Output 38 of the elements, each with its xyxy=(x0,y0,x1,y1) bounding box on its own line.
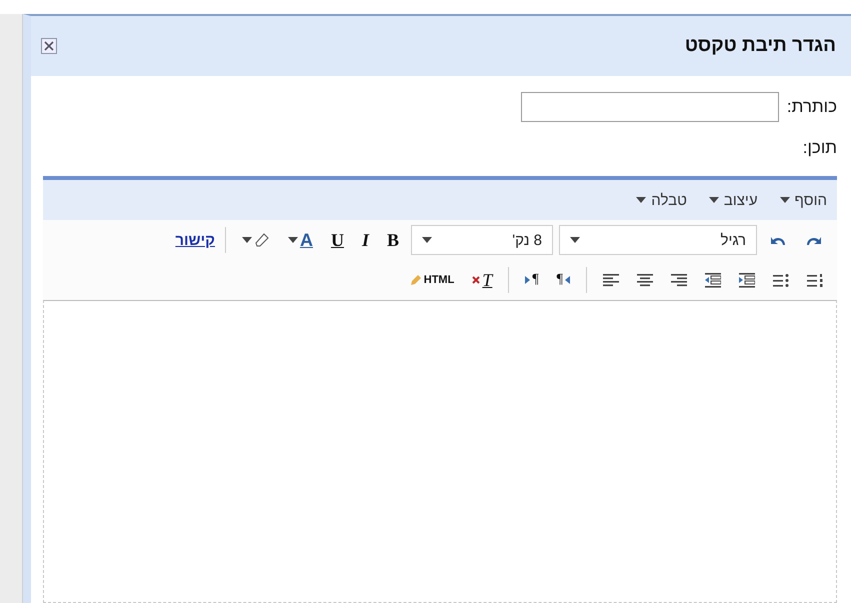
bullet-list-icon[interactable] xyxy=(773,272,789,288)
menu-button[interactable]: עיצוב xyxy=(708,192,758,208)
caret-icon xyxy=(422,237,432,243)
caret-icon xyxy=(636,197,646,203)
arrow-icon xyxy=(525,276,530,284)
close-icon[interactable] xyxy=(41,38,57,54)
pencil-icon xyxy=(410,274,422,286)
link-button[interactable]: קישור xyxy=(175,232,215,248)
html-button[interactable]: HTML xyxy=(404,266,460,294)
clear-format-button[interactable]: T xyxy=(466,266,498,294)
outdent-icon[interactable] xyxy=(705,272,721,288)
align-center-icon[interactable] xyxy=(637,272,653,288)
caret-icon xyxy=(288,237,298,243)
bold-button[interactable]: B xyxy=(380,226,405,254)
caret-icon xyxy=(780,197,790,203)
title-input[interactable] xyxy=(520,92,779,122)
field-label: כותרת: xyxy=(786,97,837,117)
field-label: תוכן: xyxy=(802,138,837,158)
caret-icon xyxy=(242,237,252,243)
underline-button[interactable]: U xyxy=(324,226,350,254)
indent-icon[interactable] xyxy=(739,272,755,288)
align-right-icon[interactable] xyxy=(671,272,687,288)
marker-icon xyxy=(254,232,270,248)
caret-icon xyxy=(708,197,719,203)
menu-button[interactable]: הוסף xyxy=(780,192,827,208)
cross-icon xyxy=(472,276,480,284)
italic-button[interactable]: I xyxy=(356,226,375,254)
align-left-icon[interactable] xyxy=(603,272,619,288)
text-color-button[interactable]: A xyxy=(282,226,319,254)
numbered-list-icon[interactable] xyxy=(807,272,823,288)
dialog-title: הגדר תיבת טקסט xyxy=(684,35,836,57)
font-size-select[interactable]: 8 נק' xyxy=(411,225,553,255)
menu-button[interactable]: טבלה xyxy=(636,192,687,208)
arrow-icon xyxy=(565,276,570,284)
caret-icon xyxy=(570,237,580,243)
ltr-button[interactable]: ¶ xyxy=(519,266,545,294)
style-select[interactable]: רגיל xyxy=(559,225,757,255)
rtl-button[interactable]: ¶ xyxy=(550,266,576,294)
